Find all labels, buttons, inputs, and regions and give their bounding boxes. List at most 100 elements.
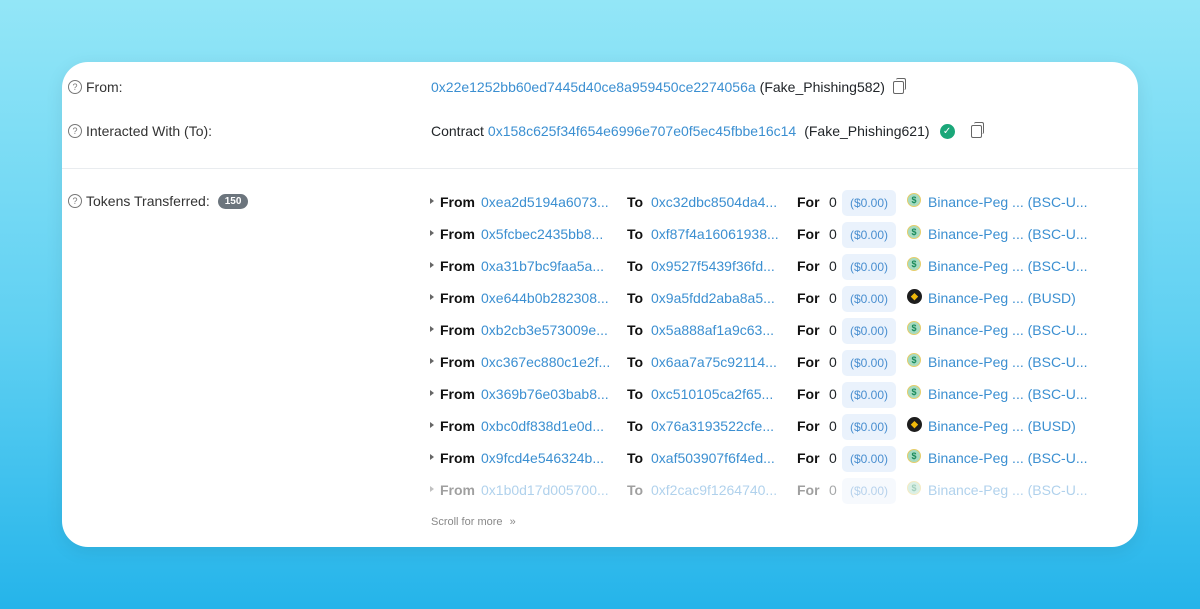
expand-caret-icon[interactable] [430,422,434,428]
to-address-link[interactable]: 0x76a3193522cfe... [651,418,774,434]
to-keyword: To [627,194,644,210]
expand-caret-icon[interactable] [430,198,434,204]
usd-value-badge: ($0.00) [842,190,897,216]
from-address-link[interactable]: 0xea2d5194a6073... [481,194,609,210]
amount: 0 [829,386,837,402]
usd-value-badge: ($0.00) [842,414,897,440]
amount: 0 [829,354,837,370]
token-transfer-row: From 0x9fcd4e546324b... To 0xaf503907f6f… [62,446,1138,472]
from-keyword: From [440,418,475,434]
token-transfer-row: From 0x5fcbec2435bb8... To 0xf87f4a16061… [62,222,1138,248]
to-address-link[interactable]: 0xc32dbc8504da4... [651,194,777,210]
from-label: ? From: [68,79,123,95]
expand-caret-icon[interactable] [430,326,434,332]
token-transfer-row: From 0xc367ec880c1e2f... To 0x6aa7a75c92… [62,350,1138,376]
expand-caret-icon[interactable] [430,230,434,236]
expand-caret-icon[interactable] [430,294,434,300]
amount: 0 [829,226,837,242]
usd-value-badge: ($0.00) [842,382,897,408]
from-keyword: From [440,194,475,210]
to-keyword: To [627,450,644,466]
token-link[interactable]: Binance-Peg ... (BSC-U... [928,322,1088,338]
chevron-double-down-icon: » [509,516,516,528]
for-keyword: For [797,386,820,402]
to-address-link[interactable]: 0xf2cac9f1264740... [651,482,777,498]
expand-caret-icon[interactable] [430,454,434,460]
from-keyword: From [440,482,475,498]
to-address-link[interactable]: 0x9a5fdd2aba8a5... [651,290,775,306]
token-transfer-row: From 0xea2d5194a6073... To 0xc32dbc8504d… [62,190,1138,216]
usd-value-badge: ($0.00) [842,350,897,376]
usd-value-badge: ($0.00) [842,478,897,504]
to-address-link[interactable]: 0xc510105ca2f65... [651,386,773,402]
from-keyword: From [440,354,475,370]
token-link[interactable]: Binance-Peg ... (BSC-U... [928,386,1088,402]
for-keyword: For [797,354,820,370]
from-address-link[interactable]: 0x9fcd4e546324b... [481,450,604,466]
from-label-text: From: [86,79,123,95]
verified-check-icon: ✓ [939,123,955,139]
from-address-link[interactable]: 0x5fcbec2435bb8... [481,226,603,242]
token-link[interactable]: Binance-Peg ... (BSC-U... [928,194,1088,210]
to-address-link[interactable]: 0x158c625f34f654e6996e707e0f5ec45fbbe16c… [488,123,796,139]
copy-icon[interactable] [970,121,984,138]
expand-caret-icon[interactable] [430,486,434,492]
token-link[interactable]: Binance-Peg ... (BSC-U... [928,450,1088,466]
token-transfer-row: From 0x369b76e03bab8... To 0xc510105ca2f… [62,382,1138,408]
from-address-link[interactable]: 0xa31b7bc9faa5a... [481,258,604,274]
copy-icon[interactable] [892,77,906,94]
for-keyword: For [797,290,820,306]
for-keyword: For [797,418,820,434]
to-keyword: To [627,418,644,434]
token-transfer-row: From 0xbc0df838d1e0d... To 0x76a3193522c… [62,414,1138,440]
expand-caret-icon[interactable] [430,358,434,364]
busd-token-icon: ◆ [907,289,922,304]
amount: 0 [829,482,837,498]
help-icon[interactable]: ? [68,124,82,138]
to-address-link[interactable]: 0xf87f4a16061938... [651,226,779,242]
help-icon[interactable]: ? [68,80,82,94]
to-label-text: Interacted With (To): [86,123,213,139]
from-value: 0x22e1252bb60ed7445d40ce8a959450ce227405… [431,77,906,95]
usdt-token-icon: $ [907,385,921,399]
from-address-link[interactable]: 0xe644b0b282308... [481,290,609,306]
to-keyword: To [627,290,644,306]
scroll-for-more[interactable]: Scroll for more » [431,516,516,528]
expand-caret-icon[interactable] [430,262,434,268]
from-address-link[interactable]: 0x1b0d17d005700... [481,482,609,498]
amount: 0 [829,450,837,466]
token-link[interactable]: Binance-Peg ... (BUSD) [928,418,1076,434]
expand-caret-icon[interactable] [430,390,434,396]
from-address-link[interactable]: 0x369b76e03bab8... [481,386,609,402]
usdt-token-icon: $ [907,225,921,239]
from-keyword: From [440,290,475,306]
from-address-link[interactable]: 0x22e1252bb60ed7445d40ce8a959450ce227405… [431,79,756,95]
token-link[interactable]: Binance-Peg ... (BSC-U... [928,354,1088,370]
to-address-link[interactable]: 0x9527f5439f36fd... [651,258,775,274]
from-address-link[interactable]: 0xb2cb3e573009e... [481,322,608,338]
token-link[interactable]: Binance-Peg ... (BSC-U... [928,226,1088,242]
token-link[interactable]: Binance-Peg ... (BSC-U... [928,258,1088,274]
from-keyword: From [440,322,475,338]
from-address-link[interactable]: 0xc367ec880c1e2f... [481,354,610,370]
usdt-token-icon: $ [907,481,921,495]
amount: 0 [829,290,837,306]
from-keyword: From [440,258,475,274]
to-address-link[interactable]: 0xaf503907f6f4ed... [651,450,775,466]
for-keyword: For [797,194,820,210]
usd-value-badge: ($0.00) [842,222,897,248]
to-keyword: To [627,322,644,338]
from-keyword: From [440,226,475,242]
token-link[interactable]: Binance-Peg ... (BSC-U... [928,482,1088,498]
usdt-token-icon: $ [907,193,921,207]
from-address-link[interactable]: 0xbc0df838d1e0d... [481,418,604,434]
to-keyword: To [627,354,644,370]
to-address-link[interactable]: 0x5a888af1a9c63... [651,322,774,338]
token-transfer-row: From 0x1b0d17d005700... To 0xf2cac9f1264… [62,478,1138,504]
for-keyword: For [797,482,820,498]
usd-value-badge: ($0.00) [842,254,897,280]
token-link[interactable]: Binance-Peg ... (BUSD) [928,290,1076,306]
to-address-link[interactable]: 0x6aa7a75c92114... [651,354,777,370]
to-keyword: To [627,226,644,242]
divider [62,168,1138,169]
